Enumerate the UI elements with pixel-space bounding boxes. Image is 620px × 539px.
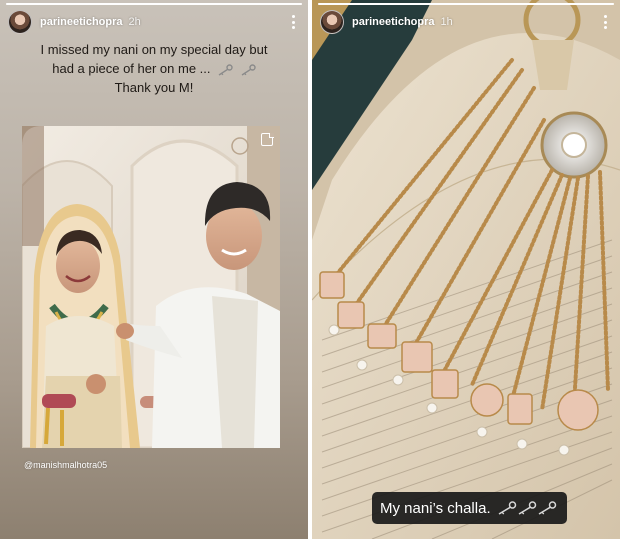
story-progress-fill	[6, 3, 302, 5]
caption-line-2: had a piece of her on me ...	[52, 61, 211, 76]
key-icon	[498, 501, 516, 515]
caption-line-1: I missed my nani on my special day but	[40, 42, 268, 57]
key-icon	[538, 501, 556, 515]
username[interactable]: parineetichopra	[40, 16, 123, 28]
challa-jewellery-photo	[312, 0, 620, 539]
copy-icon	[261, 132, 274, 146]
key-icon	[218, 63, 233, 76]
text-sticker: My nani’s challa.	[372, 492, 567, 524]
timestamp: 1h	[440, 16, 453, 28]
sticker-emoji-group	[497, 501, 557, 515]
username[interactable]: parineetichopra	[352, 16, 435, 28]
sticker-text: My nani’s challa.	[380, 499, 491, 517]
caption-line-3: Thank you M!	[114, 80, 194, 95]
story-progress-fill	[318, 3, 614, 5]
avatar[interactable]	[8, 10, 32, 34]
caption-line-2-wrap: had a piece of her on me ...	[20, 59, 288, 78]
avatar[interactable]	[320, 10, 344, 34]
story-progress-bar	[318, 3, 614, 5]
more-options-icon[interactable]	[598, 13, 612, 31]
story-panel-right[interactable]: parineetichopra 1h	[312, 0, 620, 539]
wedding-photo-illustration	[22, 126, 280, 448]
story-header: parineetichopra 2h	[8, 8, 300, 36]
timestamp: 2h	[128, 16, 141, 28]
key-icon	[518, 501, 536, 515]
story-caption: I missed my nani on my special day but h…	[20, 40, 288, 97]
mention-tag[interactable]: @manishmalhotra05	[24, 460, 107, 470]
story-header: parineetichopra 1h	[320, 8, 612, 36]
story-photo	[22, 126, 280, 448]
key-icon	[241, 63, 256, 76]
story-progress-bar	[6, 3, 302, 5]
more-options-icon[interactable]	[286, 13, 300, 31]
story-panel-left[interactable]: parineetichopra 2h I missed my nani on m…	[0, 0, 308, 539]
